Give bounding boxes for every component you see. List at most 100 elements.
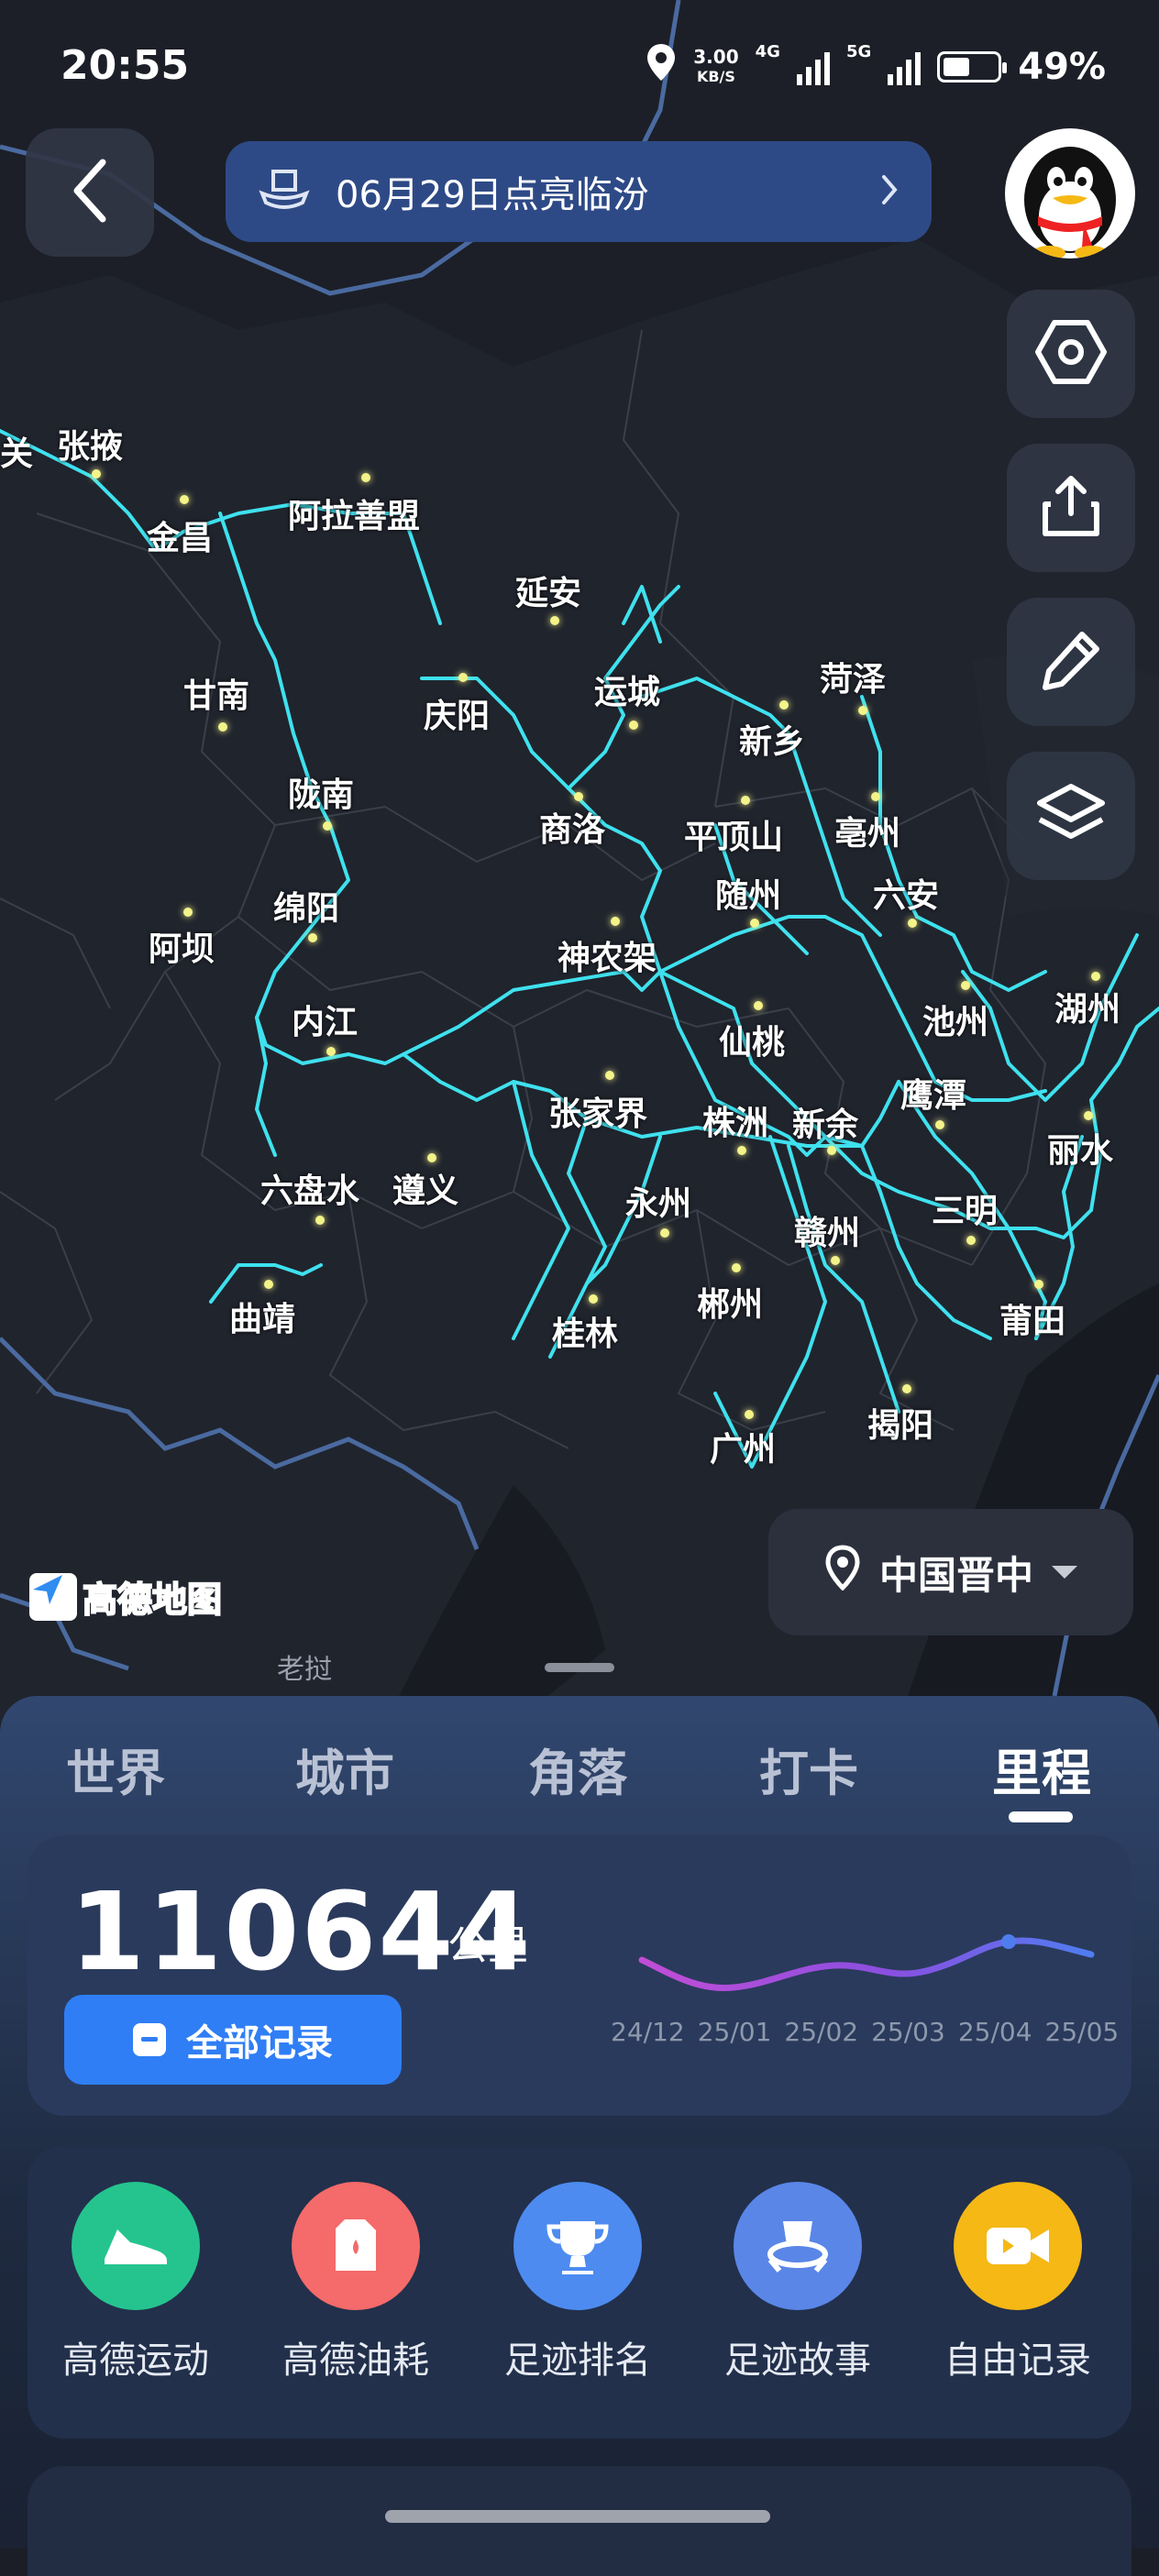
tool-fuel[interactable]: 高德油耗 [264, 2182, 447, 2383]
city-label[interactable]: 甘南 [183, 669, 249, 717]
city-dot [827, 1146, 836, 1155]
net-4g-label: 4G [755, 42, 780, 61]
city-label[interactable]: 新乡 [739, 715, 805, 763]
mileage-card: 110644 公里 全部记录 24/12 25/01 25/02 25/03 2… [28, 1835, 1131, 2116]
mileage-trend-sparkline [638, 1934, 1095, 1992]
city-dot [902, 1384, 911, 1393]
city-label[interactable]: 商洛 [539, 803, 605, 851]
city-label[interactable]: 阿拉善盟 [288, 490, 420, 537]
net-5g-label: 5G [845, 42, 872, 61]
tab-world[interactable]: 世界 [66, 1733, 165, 1805]
trophy-icon [513, 2182, 642, 2310]
city-label[interactable]: 池州 [922, 996, 988, 1043]
footprint-map[interactable]: 张掖 关 金昌 阿拉善盟 延安 甘南 庆阳 运城 菏泽 新乡 陇南 商洛 平顶山… [0, 0, 1159, 1723]
location-pin-icon [824, 1545, 861, 1600]
city-label[interactable]: 六安 [873, 869, 939, 917]
city-label[interactable]: 关 [0, 427, 33, 475]
tool-story[interactable]: 足迹故事 [706, 2182, 889, 2383]
battery-icon [937, 51, 1008, 83]
city-dot [858, 706, 867, 715]
city-label[interactable]: 延安 [515, 567, 581, 614]
city-label[interactable]: 莆田 [999, 1294, 1065, 1342]
home-indicator[interactable] [385, 2510, 770, 2523]
city-label[interactable]: 张掖 [57, 420, 123, 468]
city-label[interactable]: 张家界 [548, 1087, 647, 1135]
tab-mileage[interactable]: 里程 [992, 1733, 1091, 1805]
city-label[interactable]: 湖州 [1054, 983, 1120, 1030]
city-dot [427, 1153, 436, 1162]
city-label[interactable]: 阿坝 [149, 922, 215, 970]
avatar[interactable] [1005, 128, 1135, 259]
city-label[interactable]: 内江 [292, 996, 358, 1043]
city-label[interactable]: 揭阳 [867, 1399, 933, 1447]
hat-icon [259, 166, 310, 217]
city-label[interactable]: 陇南 [288, 768, 354, 816]
city-dot [323, 821, 332, 831]
status-bar: 20:55 3.00 KB/S 4G 5G 49% [0, 0, 1159, 138]
month-tick: 24/12 [611, 2017, 685, 2047]
city-label[interactable]: 桂林 [552, 1307, 618, 1355]
month-tick: 25/02 [784, 2017, 859, 2047]
city-label[interactable]: 株洲 [702, 1096, 768, 1144]
city-dot [589, 1294, 598, 1304]
layers-button[interactable] [1007, 752, 1135, 880]
city-label[interactable]: 广州 [710, 1423, 776, 1470]
tool-sport[interactable]: 高德运动 [44, 2182, 227, 2383]
back-button[interactable] [26, 128, 154, 257]
city-label[interactable]: 金昌 [147, 512, 213, 559]
city-label[interactable]: 亳州 [834, 807, 900, 854]
city-label[interactable]: 菏泽 [820, 653, 886, 700]
city-dot [550, 616, 559, 625]
settings-button[interactable] [1007, 290, 1135, 418]
city-label[interactable]: 六盘水 [260, 1164, 359, 1212]
share-button[interactable] [1007, 444, 1135, 572]
city-label[interactable]: 神农架 [557, 931, 657, 979]
city-label[interactable]: 永州 [625, 1177, 691, 1225]
city-label[interactable]: 运城 [594, 666, 660, 713]
city-label[interactable]: 赣州 [794, 1206, 860, 1254]
month-tick: 25/01 [697, 2017, 772, 2047]
tool-label: 足迹排名 [504, 2339, 651, 2382]
city-dot [183, 908, 193, 917]
all-records-button[interactable]: 全部记录 [64, 1995, 402, 2085]
city-label[interactable]: 绵阳 [273, 882, 339, 930]
city-dot [629, 721, 638, 730]
tool-ranking[interactable]: 足迹排名 [486, 2182, 669, 2383]
tool-free-record[interactable]: 自由记录 [926, 2182, 1109, 2383]
net-speed-value: 3.00 [693, 46, 739, 68]
city-label[interactable]: 仙桃 [719, 1016, 785, 1063]
city-label[interactable]: 平顶山 [684, 810, 783, 858]
city-label[interactable]: 曲靖 [229, 1293, 295, 1340]
city-label[interactable]: 丽水 [1047, 1124, 1113, 1172]
pen-icon [1038, 627, 1104, 697]
city-dot [605, 1071, 614, 1080]
chevron-right-icon [880, 173, 899, 210]
month-tick: 25/03 [871, 2017, 945, 2047]
month-tick: 25/05 [1044, 2017, 1120, 2047]
signal-4g-icon [796, 49, 830, 85]
sheet-drag-handle[interactable] [545, 1663, 614, 1672]
city-label[interactable]: 随州 [715, 869, 781, 917]
lit-city-banner[interactable]: 06月29日点亮临汾 [226, 141, 932, 242]
tab-city[interactable]: 城市 [295, 1733, 394, 1805]
city-label[interactable]: 遵义 [392, 1164, 458, 1212]
city-dot [218, 722, 227, 732]
city-dot [458, 673, 468, 682]
city-label[interactable]: 鹰潭 [900, 1069, 966, 1117]
edit-button[interactable] [1007, 598, 1135, 726]
region-selector[interactable]: 中国晋中 [768, 1509, 1133, 1635]
tab-checkin[interactable]: 打卡 [759, 1733, 858, 1805]
city-label[interactable]: 庆阳 [424, 689, 490, 737]
city-dot [1034, 1280, 1043, 1289]
city-label[interactable]: 新余 [792, 1098, 858, 1146]
layers-icon [1034, 781, 1108, 851]
city-dot [741, 796, 750, 805]
month-axis: 24/12 25/01 25/02 25/03 25/04 25/05 [611, 2017, 1119, 2047]
city-label[interactable]: 郴州 [697, 1278, 763, 1326]
city-dot [871, 792, 880, 801]
tab-corner[interactable]: 角落 [528, 1733, 627, 1805]
city-dot [961, 981, 970, 990]
city-label[interactable]: 三明 [932, 1184, 998, 1232]
tool-label: 足迹故事 [724, 2339, 871, 2382]
all-records-label: 全部记录 [186, 2022, 333, 2064]
